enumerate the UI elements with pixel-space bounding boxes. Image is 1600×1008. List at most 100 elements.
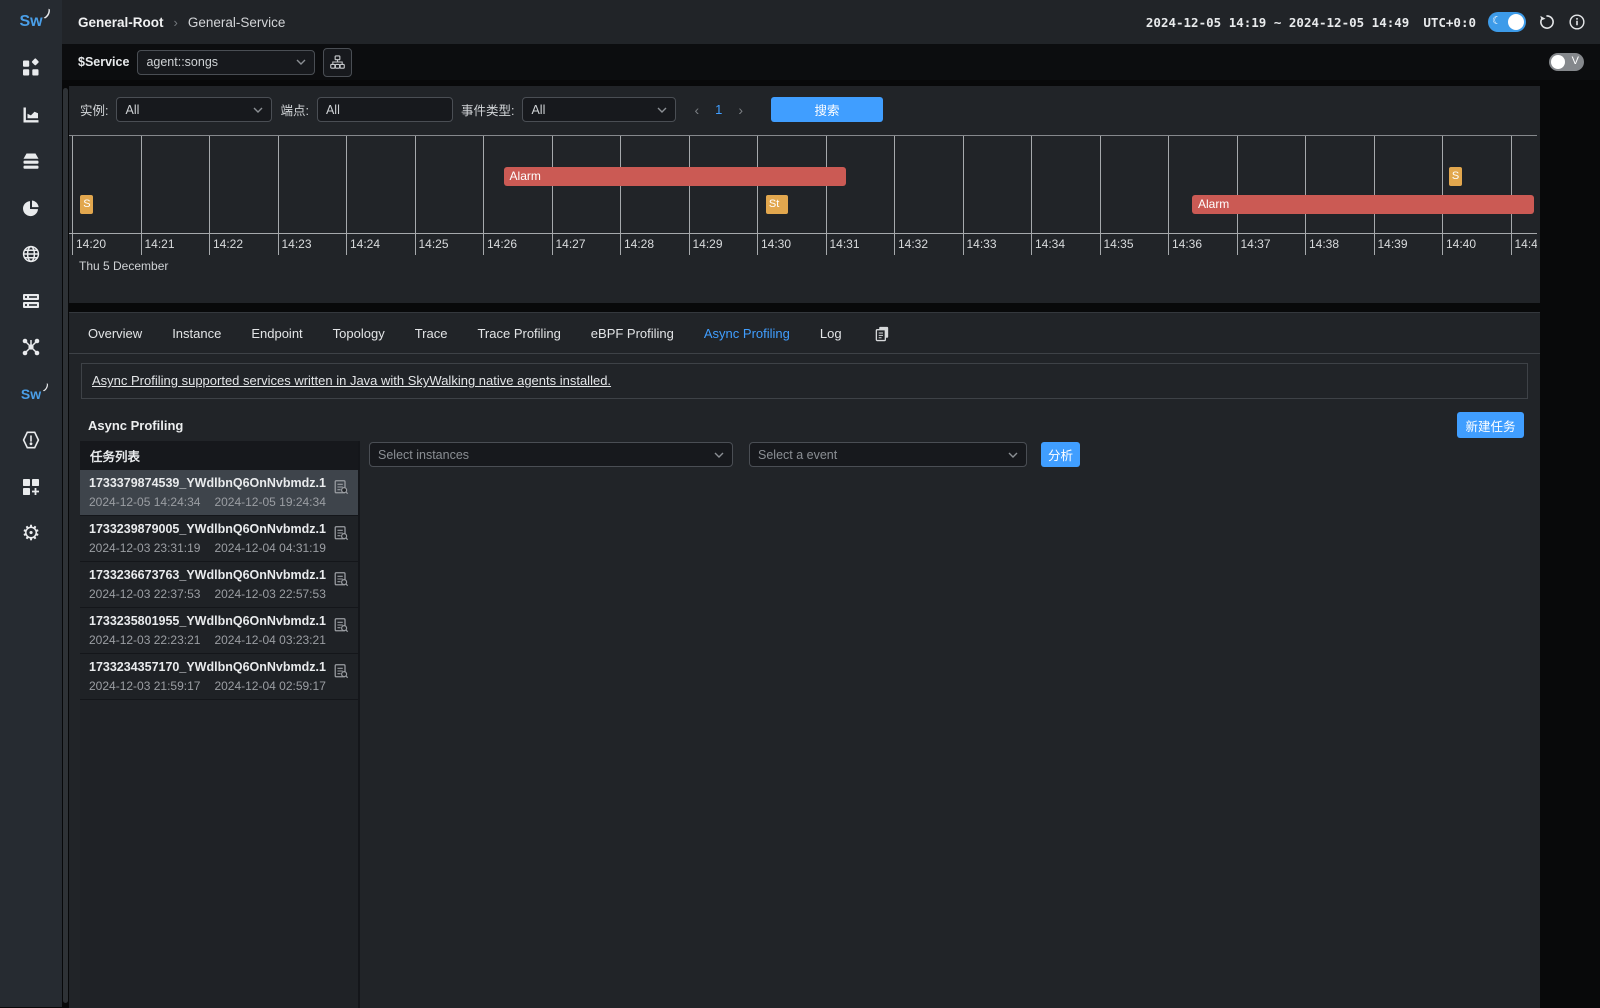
tab-async-profiling[interactable]: Async Profiling	[704, 326, 790, 341]
select-instances-dropdown[interactable]: Select instances	[369, 442, 733, 467]
sidebar-item-widgets[interactable]	[0, 464, 62, 511]
timeline-tick-label: 14:31	[830, 237, 860, 251]
task-end-time: 2024-12-04 03:23:21	[214, 633, 325, 647]
toggle-knob	[1551, 55, 1565, 69]
version-toggle-label: V	[1572, 55, 1579, 67]
tab-endpoint[interactable]: Endpoint	[251, 326, 302, 341]
top-bar: General-Root › General-Service 2024-12-0…	[62, 0, 1600, 44]
sitemap-icon	[330, 55, 345, 70]
scrollbar[interactable]	[63, 88, 68, 1003]
timeline-tick-label: 14:21	[145, 237, 175, 251]
chevron-down-icon	[296, 59, 306, 65]
timeline-tick-label: 14:36	[1172, 237, 1202, 251]
timeline-tick-label: 14:24	[350, 237, 380, 251]
timeline-tick-label: 14:20	[76, 237, 106, 251]
current-page[interactable]: 1	[715, 102, 722, 117]
tab-bar: Overview Instance Endpoint Topology Trace Tra…	[69, 313, 1540, 354]
timeline-grid: 14:2014:2114:2214:2314:2414:2514:2614:27…	[69, 135, 1537, 256]
task-inspect-icon[interactable]	[333, 525, 349, 541]
sidebar-item-database[interactable]	[0, 138, 62, 185]
task-end-time: 2024-12-04 04:31:19	[214, 541, 325, 555]
sidebar-item-settings[interactable]: ⚙	[0, 510, 62, 557]
event-badge[interactable]: St	[766, 195, 788, 214]
utc-offset[interactable]: UTC+0:0	[1423, 15, 1476, 30]
sidebar-item-bar-chart[interactable]	[0, 92, 62, 139]
events-timeline-panel: 实例: All 端点: 事件类型: All ‹ 1 › 搜索 14:2014:2…	[69, 86, 1540, 303]
refresh-icon[interactable]	[1538, 13, 1556, 31]
next-page-button[interactable]: ›	[738, 102, 743, 118]
task-end-time: 2024-12-03 22:57:53	[214, 587, 325, 601]
bar-chart-icon	[21, 105, 41, 125]
time-range[interactable]: 2024-12-05 14:19 ~ 2024-12-05 14:49	[1146, 15, 1409, 30]
task-start-time: 2024-12-03 23:31:19	[89, 541, 200, 555]
new-task-button[interactable]: 新建任务	[1457, 412, 1524, 438]
analyze-button[interactable]: 分析	[1041, 442, 1080, 467]
task-inspect-icon[interactable]	[333, 479, 349, 495]
sidebar-item-pie-chart[interactable]	[0, 185, 62, 232]
task-list-item[interactable]: 1733236673763_YWdlbnQ6OnNvbmdz.1 2024-12…	[80, 562, 358, 608]
task-list: 1733379874539_YWdlbnQ6OnNvbmdz.1 2024-12…	[80, 470, 358, 700]
event-badge[interactable]: S	[80, 195, 93, 214]
task-list-column: 任务列表 1733379874539_YWdlbnQ6OnNvbmdz.1 20…	[80, 441, 360, 1008]
breadcrumb-root[interactable]: General-Root	[78, 15, 164, 30]
timeline-tick-label: 14:34	[1035, 237, 1065, 251]
alarm-bar[interactable]: Alarm	[504, 167, 847, 186]
timeline-gridline	[1168, 136, 1169, 255]
async-profiling-doc-link[interactable]: Async Profiling supported services writt…	[92, 373, 611, 388]
chevron-down-icon	[657, 107, 667, 113]
task-list-item[interactable]: 1733379874539_YWdlbnQ6OnNvbmdz.1 2024-12…	[80, 470, 358, 516]
search-button[interactable]: 搜索	[771, 97, 883, 122]
sidebar-item-skywalking[interactable]: Sw)	[0, 371, 62, 418]
tab-topology[interactable]: Topology	[333, 326, 385, 341]
task-inspect-icon[interactable]	[333, 617, 349, 633]
pagination: ‹ 1 ›	[694, 102, 743, 118]
tab-log[interactable]: Log	[820, 326, 842, 341]
task-inspect-icon[interactable]	[333, 663, 349, 679]
event-badge[interactable]: S	[1449, 167, 1462, 186]
toggle-knob	[1508, 14, 1524, 30]
select-event-dropdown[interactable]: Select a event	[749, 442, 1027, 467]
sidebar-item-topology[interactable]	[0, 324, 62, 371]
sidebar-item-server-list[interactable]	[0, 278, 62, 325]
event-type-filter-select[interactable]: All	[522, 97, 676, 122]
tab-overview[interactable]: Overview	[88, 326, 142, 341]
task-list-item[interactable]: 1733239879005_YWdlbnQ6OnNvbmdz.1 2024-12…	[80, 516, 358, 562]
chevron-down-icon	[253, 107, 263, 113]
service-topology-button[interactable]	[323, 48, 352, 77]
alarm-bar[interactable]: Alarm	[1192, 195, 1535, 214]
service-select[interactable]: agent::songs	[137, 50, 315, 75]
select-instances-placeholder: Select instances	[378, 448, 469, 462]
copy-tabs-icon[interactable]	[874, 325, 891, 342]
timeline-gridline	[278, 136, 279, 255]
prev-page-button[interactable]: ‹	[694, 102, 699, 118]
version-toggle[interactable]: V	[1549, 53, 1584, 71]
service-detail-panel: Overview Instance Endpoint Topology Trace Tra…	[69, 312, 1540, 1008]
alert-icon	[21, 430, 41, 450]
tab-instance[interactable]: Instance	[172, 326, 221, 341]
dark-mode-toggle[interactable]: ☾	[1488, 12, 1526, 32]
tab-ebpf-profiling[interactable]: eBPF Profiling	[591, 326, 674, 341]
task-list-item[interactable]: 1733234357170_YWdlbnQ6OnNvbmdz.1 2024-12…	[80, 654, 358, 700]
instance-filter-select[interactable]: All	[116, 97, 272, 122]
skywalking-logo[interactable]: Sw )	[0, 0, 62, 44]
sidebar-nav: Sw) ⚙	[0, 44, 62, 557]
timeline-gridline	[1031, 136, 1032, 255]
tab-trace[interactable]: Trace	[415, 326, 448, 341]
endpoint-filter-input[interactable]	[317, 97, 453, 122]
info-icon[interactable]	[1568, 13, 1586, 31]
sidebar-item-alert[interactable]	[0, 417, 62, 464]
task-list-item[interactable]: 1733235801955_YWdlbnQ6OnNvbmdz.1 2024-12…	[80, 608, 358, 654]
skywalking-icon: Sw)	[21, 386, 41, 402]
task-inspect-icon[interactable]	[333, 571, 349, 587]
chevron-down-icon	[714, 452, 724, 458]
timeline-gridline	[141, 136, 142, 255]
timeline-tick-label: 14:27	[556, 237, 586, 251]
dashboard-icon	[21, 58, 41, 78]
sidebar-item-dashboard[interactable]	[0, 45, 62, 92]
service-bar: $Service agent::songs V	[62, 44, 1600, 80]
timeline-gridline	[552, 136, 553, 255]
breadcrumb-current[interactable]: General-Service	[188, 15, 286, 30]
tab-trace-profiling[interactable]: Trace Profiling	[477, 326, 560, 341]
timeline-tick-label: 14:37	[1241, 237, 1271, 251]
sidebar-item-globe[interactable]	[0, 231, 62, 278]
